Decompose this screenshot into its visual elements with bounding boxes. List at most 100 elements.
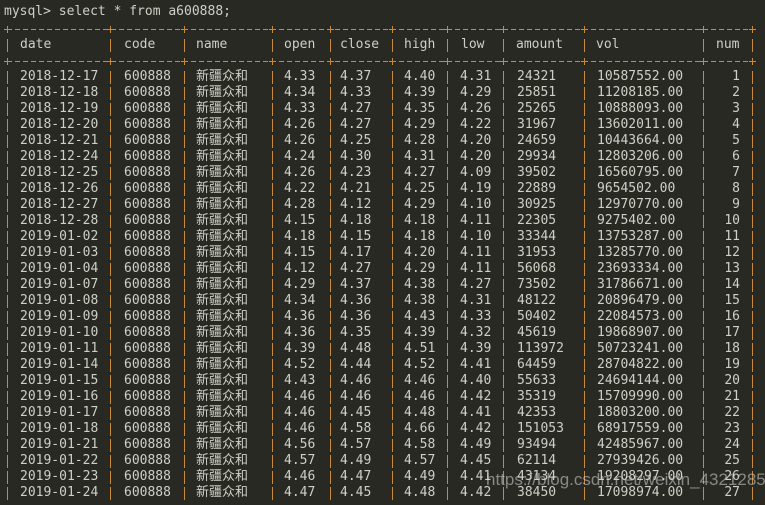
cell-vol: 15709990.00 (597, 389, 684, 404)
cell-open: 4.57 (284, 453, 316, 468)
cell-code: 600888 (124, 149, 171, 164)
column-separator (272, 375, 273, 388)
cell-high: 4.66 (404, 421, 436, 436)
border-corner (181, 26, 188, 33)
cell-high: 4.49 (404, 469, 436, 484)
column-separator (110, 471, 111, 484)
cell-high: 4.43 (404, 309, 436, 324)
cell-code: 600888 (124, 117, 171, 132)
column-separator (7, 247, 8, 260)
column-separator (752, 327, 753, 340)
column-separator (184, 279, 185, 292)
column-header-open: open (284, 37, 316, 52)
column-separator (503, 103, 504, 116)
cell-open: 4.28 (284, 197, 316, 212)
column-separator (330, 183, 331, 196)
cell-vol: 13753287.00 (597, 229, 684, 244)
column-separator (110, 183, 111, 196)
cell-vol: 16560795.00 (597, 165, 684, 180)
cell-amount: 39502 (517, 165, 557, 180)
cell-close: 4.33 (340, 85, 372, 100)
column-separator (330, 87, 331, 100)
cell-amount: 30925 (517, 197, 557, 212)
cell-high: 4.28 (404, 133, 436, 148)
cell-date: 2019-01-04 (20, 261, 99, 276)
cell-high: 4.35 (404, 101, 436, 116)
column-separator (392, 311, 393, 324)
cell-close: 4.21 (340, 181, 372, 196)
column-separator (752, 263, 753, 276)
column-separator (447, 71, 448, 84)
cell-name: 新疆众和 (196, 293, 249, 308)
column-separator (752, 183, 753, 196)
column-separator (110, 439, 111, 452)
column-separator (272, 135, 273, 148)
column-separator (392, 135, 393, 148)
cell-date: 2018-12-25 (20, 165, 99, 180)
column-separator (447, 151, 448, 164)
column-separator (447, 375, 448, 388)
column-separator (392, 375, 393, 388)
cell-date: 2019-01-15 (20, 373, 99, 388)
cell-high: 4.48 (404, 485, 436, 500)
column-separator (184, 119, 185, 132)
column-separator (110, 199, 111, 212)
cell-num: 16 (724, 309, 740, 324)
column-separator (392, 439, 393, 452)
column-separator (752, 215, 753, 228)
cell-code: 600888 (124, 213, 171, 228)
column-separator (272, 263, 273, 276)
table-row: 2019-01-21 600888 新疆众和 4.56 4.57 4.58 4.49 9349… (0, 437, 765, 453)
cell-amount: 29934 (517, 149, 557, 164)
cell-name: 新疆众和 (196, 373, 249, 388)
cell-name: 新疆众和 (196, 133, 249, 148)
border-corner (389, 26, 396, 33)
column-separator (330, 71, 331, 84)
column-separator (584, 423, 585, 436)
column-separator (392, 471, 393, 484)
column-separator (447, 215, 448, 228)
column-separator (110, 119, 111, 132)
column-separator (184, 183, 185, 196)
cell-date: 2019-01-18 (20, 421, 99, 436)
table-row: 2018-12-26 600888 新疆众和 4.22 4.21 4.25 4.19 2288… (0, 181, 765, 197)
cell-vol: 13285770.00 (597, 245, 684, 260)
table-row: 2019-01-11 600888 新疆众和 4.39 4.48 4.51 4.39 1139… (0, 341, 765, 357)
cell-amount: 45619 (517, 325, 557, 340)
column-separator (7, 455, 8, 468)
cell-num: 5 (732, 133, 740, 148)
cell-close: 4.37 (340, 69, 372, 84)
column-separator (7, 215, 8, 228)
border-corner (4, 26, 11, 33)
column-separator (503, 471, 504, 484)
column-separator (503, 135, 504, 148)
column-separator (110, 263, 111, 276)
column-separator (503, 487, 504, 500)
cell-close: 4.27 (340, 101, 372, 116)
cell-name: 新疆众和 (196, 277, 249, 292)
cell-date: 2019-01-16 (20, 389, 99, 404)
column-separator (272, 199, 273, 212)
cell-vol: 27939426.00 (597, 453, 684, 468)
column-separator (447, 183, 448, 196)
column-separator (447, 407, 448, 420)
cell-low: 4.42 (460, 421, 492, 436)
table-row: 2018-12-19 600888 新疆众和 4.33 4.27 4.35 4.26 2526… (0, 101, 765, 117)
sql-command-line[interactable]: mysql> select * from a600888; (4, 4, 231, 19)
column-separator (503, 423, 504, 436)
column-separator (752, 391, 753, 404)
column-separator (184, 487, 185, 500)
column-separator (330, 343, 331, 356)
column-separator (330, 471, 331, 484)
column-separator (330, 119, 331, 132)
cell-name: 新疆众和 (196, 485, 249, 500)
cell-close: 4.46 (340, 373, 372, 388)
column-separator (110, 39, 111, 52)
cell-low: 4.22 (460, 117, 492, 132)
column-separator (110, 343, 111, 356)
column-separator (503, 311, 504, 324)
column-separator (330, 455, 331, 468)
column-separator (584, 327, 585, 340)
column-separator (110, 247, 111, 260)
cell-code: 600888 (124, 85, 171, 100)
